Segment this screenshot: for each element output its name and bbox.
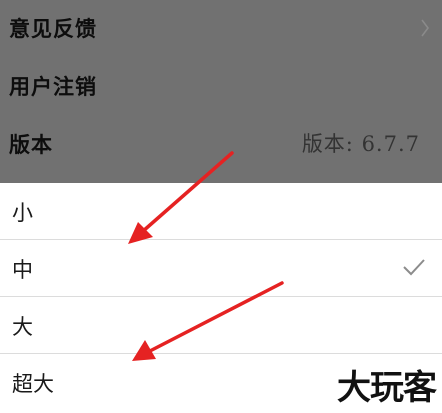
screen: 意见反馈 用户注销 版本 版本: 6.7.7 小 中 大 超大 大玩客 (0, 0, 442, 413)
option-label: 大 (12, 315, 33, 339)
watermark-logo: 大玩客 (337, 368, 437, 408)
check-icon (403, 259, 425, 276)
version-label: 版本 (9, 133, 53, 157)
option-label: 中 (12, 258, 33, 282)
settings-row-deregister[interactable]: 用户注销 (0, 58, 442, 116)
font-size-option-medium[interactable]: 中 (0, 240, 442, 297)
settings-list-dimmed: 意见反馈 用户注销 版本 版本: 6.7.7 (0, 0, 442, 183)
settings-row-feedback[interactable]: 意见反馈 (0, 0, 442, 58)
font-size-option-large[interactable]: 大 (0, 297, 442, 354)
option-label: 超大 (12, 372, 54, 396)
version-value: 版本: 6.7.7 (301, 132, 420, 156)
font-size-option-small[interactable]: 小 (0, 183, 442, 240)
option-label: 小 (12, 201, 33, 225)
feedback-label: 意见反馈 (9, 17, 97, 41)
deregister-label: 用户注销 (9, 75, 97, 99)
settings-row-version: 版本 版本: 6.7.7 (0, 116, 442, 174)
chevron-right-icon (421, 19, 429, 37)
